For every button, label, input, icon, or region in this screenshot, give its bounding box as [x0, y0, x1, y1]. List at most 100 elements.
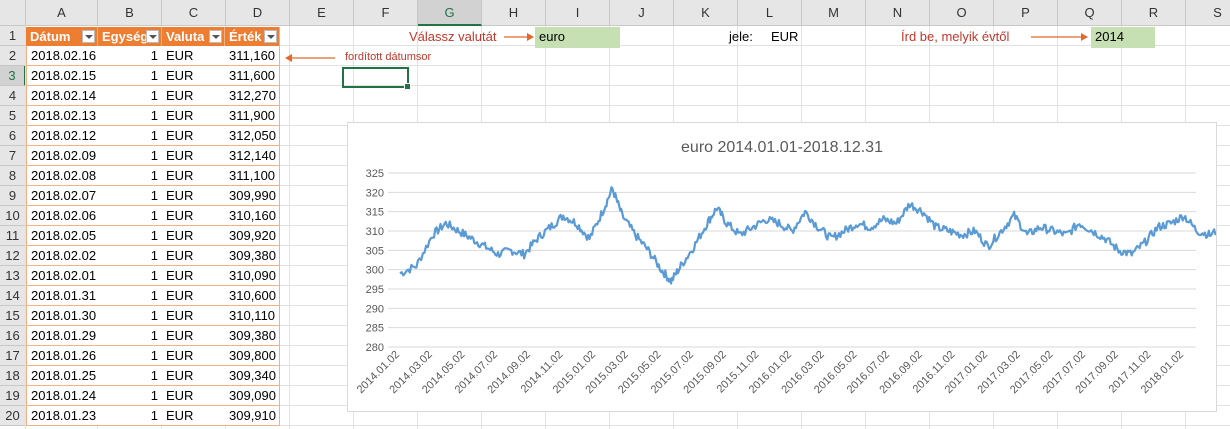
column-header-O[interactable]: O — [930, 0, 994, 26]
table-cell[interactable]: 309,990 — [225, 186, 280, 206]
table-cell[interactable]: 309,340 — [225, 366, 280, 386]
table-cell[interactable]: 2018.02.05 — [26, 226, 98, 246]
table-cell[interactable]: 2018.02.07 — [26, 186, 98, 206]
table-cell[interactable]: 2018.02.14 — [26, 86, 98, 106]
table-header-valuta[interactable]: Valuta — [162, 27, 225, 47]
row-header-2[interactable]: 2 — [0, 46, 26, 66]
table-cell[interactable]: EUR — [162, 186, 225, 206]
column-header-I[interactable]: I — [546, 0, 610, 26]
table-cell[interactable]: 2018.02.15 — [26, 66, 98, 86]
table-cell[interactable]: 310,600 — [225, 286, 280, 306]
currency-input-cell[interactable]: euro — [535, 27, 620, 48]
column-header-S[interactable]: S — [1186, 0, 1230, 26]
table-cell[interactable]: 1 — [98, 106, 162, 126]
table-cell[interactable]: 2018.02.02 — [26, 246, 98, 266]
table-cell[interactable]: 1 — [98, 166, 162, 186]
table-header-egység[interactable]: Egység — [98, 27, 162, 47]
table-cell[interactable]: 309,380 — [225, 246, 280, 266]
column-header-L[interactable]: L — [738, 0, 802, 26]
table-cell[interactable]: EUR — [162, 206, 225, 226]
table-cell[interactable]: 1 — [98, 326, 162, 346]
row-header-11[interactable]: 11 — [0, 226, 26, 246]
table-cell[interactable]: 2018.02.16 — [26, 46, 98, 66]
table-cell[interactable]: 2018.01.31 — [26, 286, 98, 306]
column-header-J[interactable]: J — [610, 0, 674, 26]
table-cell[interactable]: 1 — [98, 46, 162, 66]
table-cell[interactable]: 309,090 — [225, 386, 280, 406]
exchange-rate-chart[interactable]: euro 2014.01.01-2018.12.31 280 285 290 295 30… — [347, 122, 1225, 412]
table-cell[interactable]: 311,900 — [225, 106, 280, 126]
table-cell[interactable]: 2018.01.24 — [26, 386, 98, 406]
table-cell[interactable]: EUR — [162, 246, 225, 266]
column-header-F[interactable]: F — [354, 0, 418, 26]
table-cell[interactable]: EUR — [162, 326, 225, 346]
row-header-1[interactable]: 1 — [0, 26, 26, 46]
table-cell[interactable]: 2018.01.25 — [26, 366, 98, 386]
table-header-dátum[interactable]: Dátum — [26, 27, 98, 47]
table-cell[interactable]: EUR — [162, 286, 225, 306]
table-cell[interactable]: EUR — [162, 146, 225, 166]
row-header-13[interactable]: 13 — [0, 266, 26, 286]
table-cell[interactable]: 309,800 — [225, 346, 280, 366]
table-cell[interactable]: 2018.02.06 — [26, 206, 98, 226]
table-cell[interactable]: EUR — [162, 406, 225, 426]
table-cell[interactable]: EUR — [162, 266, 225, 286]
row-header-5[interactable]: 5 — [0, 106, 26, 126]
table-cell[interactable]: 1 — [98, 226, 162, 246]
row-header-10[interactable]: 10 — [0, 206, 26, 226]
table-cell[interactable]: 2018.02.08 — [26, 166, 98, 186]
column-header-B[interactable]: B — [98, 0, 162, 26]
row-header-16[interactable]: 16 — [0, 326, 26, 346]
table-header-érték[interactable]: Érték — [225, 27, 280, 47]
table-cell[interactable]: 1 — [98, 286, 162, 306]
table-cell[interactable]: 311,600 — [225, 66, 280, 86]
table-cell[interactable]: 1 — [98, 386, 162, 406]
row-header-4[interactable]: 4 — [0, 86, 26, 106]
row-header-17[interactable]: 17 — [0, 346, 26, 366]
table-cell[interactable]: 1 — [98, 86, 162, 106]
column-header-P[interactable]: P — [994, 0, 1058, 26]
table-cell[interactable]: 312,140 — [225, 146, 280, 166]
year-input-cell[interactable]: 2014 — [1091, 27, 1155, 48]
table-cell[interactable]: 1 — [98, 346, 162, 366]
column-header-R[interactable]: R — [1122, 0, 1186, 26]
table-cell[interactable]: EUR — [162, 366, 225, 386]
row-header-20[interactable]: 20 — [0, 406, 26, 426]
column-header-C[interactable]: C — [162, 0, 226, 26]
table-cell[interactable]: 312,050 — [225, 126, 280, 146]
table-cell[interactable]: 311,160 — [225, 46, 280, 66]
table-cell[interactable]: 1 — [98, 266, 162, 286]
table-cell[interactable]: 310,160 — [225, 206, 280, 226]
row-header-3[interactable]: 3 — [0, 66, 26, 86]
column-header-E[interactable]: E — [290, 0, 354, 26]
column-header-N[interactable]: N — [866, 0, 930, 26]
row-header-8[interactable]: 8 — [0, 166, 26, 186]
table-cell[interactable]: 1 — [98, 146, 162, 166]
table-cell[interactable]: EUR — [162, 86, 225, 106]
table-cell[interactable]: 1 — [98, 246, 162, 266]
column-header-A[interactable]: A — [26, 0, 98, 26]
row-header-19[interactable]: 19 — [0, 386, 26, 406]
table-cell[interactable]: 309,910 — [225, 406, 280, 426]
column-header-Q[interactable]: Q — [1058, 0, 1122, 26]
table-cell[interactable]: 2018.01.23 — [26, 406, 98, 426]
table-cell[interactable]: 310,110 — [225, 306, 280, 326]
table-cell[interactable]: 1 — [98, 206, 162, 226]
table-cell[interactable]: 309,920 — [225, 226, 280, 246]
row-header-12[interactable]: 12 — [0, 246, 26, 266]
table-cell[interactable]: EUR — [162, 346, 225, 366]
table-cell[interactable]: 2018.02.13 — [26, 106, 98, 126]
row-header-9[interactable]: 9 — [0, 186, 26, 206]
table-cell[interactable]: 2018.02.09 — [26, 146, 98, 166]
table-cell[interactable]: EUR — [162, 226, 225, 246]
table-cell[interactable]: 2018.01.26 — [26, 346, 98, 366]
column-header-D[interactable]: D — [226, 0, 290, 26]
table-cell[interactable]: 1 — [98, 66, 162, 86]
table-cell[interactable]: 1 — [98, 306, 162, 326]
table-cell[interactable]: EUR — [162, 166, 225, 186]
table-cell[interactable]: 1 — [98, 186, 162, 206]
select-all-corner[interactable] — [0, 0, 26, 26]
table-cell[interactable]: 2018.02.01 — [26, 266, 98, 286]
table-cell[interactable]: EUR — [162, 126, 225, 146]
filter-dropdown-icon[interactable] — [146, 30, 159, 43]
